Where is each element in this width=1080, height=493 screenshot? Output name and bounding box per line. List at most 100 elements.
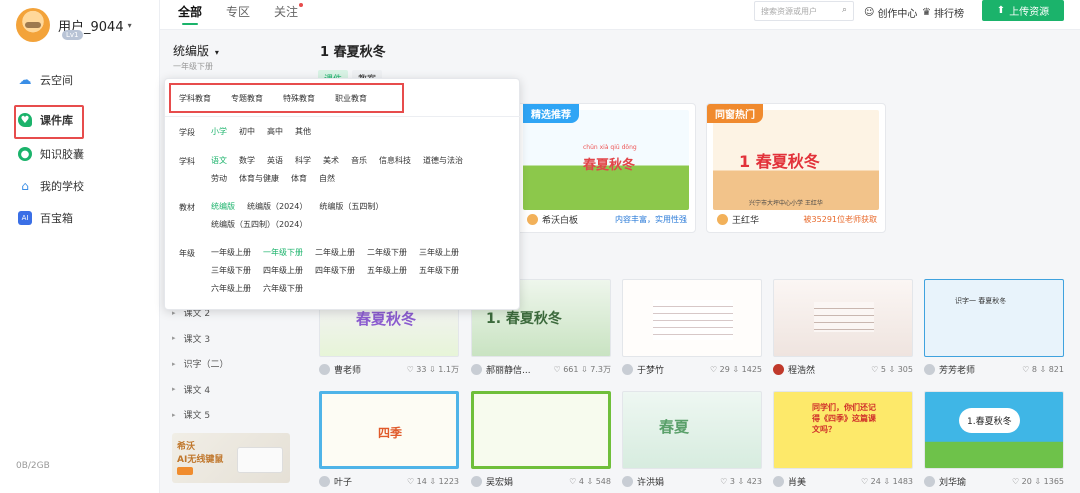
- author-avatar: [319, 476, 330, 487]
- stage-option[interactable]: 其他: [295, 127, 311, 136]
- chevron-right-icon: ▸: [172, 334, 176, 343]
- tab-zone[interactable]: 专区: [226, 4, 250, 20]
- author-avatar: [717, 214, 728, 225]
- creator-center-button[interactable]: ☺ 创作中心: [864, 5, 917, 20]
- author-name[interactable]: 曹老师: [334, 363, 361, 376]
- card-thumbnail: 四季: [319, 391, 459, 469]
- grade-option[interactable]: 五年级下册: [419, 266, 459, 275]
- author-name[interactable]: 刘华瑜: [939, 475, 966, 488]
- dd-tab-subject[interactable]: 学科教育: [179, 93, 211, 104]
- sidebar-item-cloud[interactable]: ☁ 云空间: [0, 64, 160, 96]
- featured-card[interactable]: chūn xià qiū dōng 春夏秋冬 精选推荐 希沃白板 内容丰富，实用…: [516, 103, 696, 233]
- chevron-down-icon[interactable]: ▾: [128, 21, 132, 30]
- subject-option[interactable]: 自然: [319, 174, 335, 183]
- subject-option[interactable]: 劳动: [211, 174, 227, 183]
- sidebar-item-label: 我的学校: [40, 180, 84, 193]
- author-avatar: [471, 364, 482, 375]
- courseware-card[interactable]: 吴宏娟 ♡ 4 ⇩ 548: [471, 391, 611, 491]
- search-input[interactable]: 搜索资源或用户 ⌕: [754, 1, 854, 21]
- featured-card[interactable]: 1 春夏秋冬 兴宁市大坪中心小学 王红华 同窗热门 王红华 被35291位老师获…: [706, 103, 886, 233]
- grade-option[interactable]: 三年级上册: [419, 248, 459, 257]
- search-icon[interactable]: ⌕: [842, 5, 847, 15]
- download-count: 1365: [1043, 477, 1064, 486]
- grade-option[interactable]: 六年级下册: [263, 284, 303, 293]
- like-count: 4: [578, 477, 584, 486]
- dd-tab-special[interactable]: 特殊教育: [283, 93, 315, 104]
- thumb-title: 1 春夏秋冬: [739, 152, 820, 171]
- chapter-item[interactable]: ▸ 识字（二）: [172, 351, 229, 377]
- courseware-card[interactable]: 程浩然 ♡ 5 ⇩ 305: [773, 279, 913, 379]
- author-name[interactable]: 希沃白板: [542, 213, 578, 226]
- grade-option[interactable]: 一年级上册: [211, 248, 251, 257]
- dd-tab-topic[interactable]: 专题教育: [231, 93, 263, 104]
- ranking-button[interactable]: ♛ 排行榜: [922, 5, 964, 20]
- tab-follow[interactable]: 关注: [274, 3, 304, 20]
- subject-option[interactable]: 道德与法治: [423, 156, 463, 165]
- chapter-item[interactable]: ▸ 课文 3: [172, 326, 229, 352]
- grade-option[interactable]: 一年级下册: [263, 248, 303, 257]
- caret-down-icon: ▾: [214, 48, 219, 57]
- textbook-option[interactable]: 统编版: [211, 202, 235, 211]
- subject-option[interactable]: 音乐: [351, 156, 367, 165]
- dropdown-tabs: 学科教育 专题教育 特殊教育 职业教育: [169, 83, 404, 113]
- school-icon: ⌂: [21, 179, 29, 193]
- grade-option[interactable]: 五年级上册: [367, 266, 407, 275]
- subject-option[interactable]: 科学: [295, 156, 311, 165]
- author-name[interactable]: 程浩然: [788, 363, 815, 376]
- sidebar-item-courseware[interactable]: ♥ 课件库: [0, 104, 160, 139]
- main-tabs: 全部 专区 关注: [178, 3, 322, 25]
- card-stats: ♡ 29 ⇩ 1425: [709, 365, 762, 374]
- subject-option[interactable]: 体育: [291, 174, 307, 183]
- like-count: 14: [416, 477, 427, 486]
- card-stats: ♡ 661 ⇩ 7.3万: [553, 365, 611, 374]
- avatar[interactable]: [16, 8, 50, 42]
- dd-tab-vocational[interactable]: 职业教育: [335, 93, 367, 104]
- chapter-item[interactable]: ▸ 课文 4: [172, 377, 229, 403]
- top-bar: 全部 专区 关注 搜索资源或用户 ⌕ ☺ 创作中心 ♛ 排行榜 ⬆ 上传资源: [160, 0, 1080, 30]
- author-name[interactable]: 叶子: [334, 475, 352, 488]
- author-avatar: [773, 476, 784, 487]
- upload-button[interactable]: ⬆ 上传资源: [982, 0, 1064, 21]
- courseware-card[interactable]: 1.春夏秋冬 刘华瑜 ♡ 20 ⇩ 1365: [924, 391, 1064, 491]
- author-name[interactable]: 吴宏娟: [486, 475, 513, 488]
- author-name[interactable]: 王红华: [732, 213, 759, 226]
- courseware-card[interactable]: 四季 叶子 ♡ 14 ⇩ 1223: [319, 391, 459, 491]
- subject-option[interactable]: 体育与健康: [239, 174, 279, 183]
- textbook-option[interactable]: 统编版（五四制）: [319, 202, 383, 211]
- author-name[interactable]: 于梦竹: [637, 363, 664, 376]
- grade-option[interactable]: 二年级上册: [315, 248, 355, 257]
- textbook-option[interactable]: 统编版（2024）: [247, 202, 307, 211]
- subject-option[interactable]: 语文: [211, 156, 227, 165]
- stage-option[interactable]: 小学: [211, 127, 227, 136]
- courseware-card[interactable]: 春夏 许洪娟 ♡ 3 ⇩ 423: [622, 391, 762, 491]
- stage-option[interactable]: 高中: [267, 127, 283, 136]
- grade-option[interactable]: 六年级上册: [211, 284, 251, 293]
- author-name[interactable]: 芳芳老师: [939, 363, 975, 376]
- subject-option[interactable]: 信息科技: [379, 156, 411, 165]
- chapter-item[interactable]: ▸ 课文 5: [172, 402, 229, 428]
- grade-option[interactable]: 四年级上册: [263, 266, 303, 275]
- grade-option[interactable]: 三年级下册: [211, 266, 251, 275]
- promo-banner[interactable]: 希沃 AI无线键鼠: [172, 433, 290, 483]
- tab-all[interactable]: 全部: [178, 4, 202, 25]
- grade-row: 年级 一年级上册 一年级下册 二年级上册 二年级下册 三年级上册 三年级下册 四年级上册 四年…: [179, 248, 511, 302]
- thumb-title: 1. 春夏秋冬: [486, 311, 562, 327]
- courseware-card[interactable]: 识字一 春夏秋冬 芳芳老师 ♡ 8 ⇩ 821: [924, 279, 1064, 379]
- storage-usage: 0B/2GB: [16, 461, 50, 471]
- textbook-option[interactable]: 统编版（五四制）（2024）: [211, 220, 307, 229]
- courseware-card[interactable]: 同学们，你们还记得《四季》这篇课文吗？ 肖美 ♡ 24 ⇩ 1483: [773, 391, 913, 491]
- sidebar-item-school[interactable]: ⌂ 我的学校: [0, 170, 160, 202]
- grade-option[interactable]: 四年级下册: [315, 266, 355, 275]
- courseware-card[interactable]: 于梦竹 ♡ 29 ⇩ 1425: [622, 279, 762, 379]
- subject-option[interactable]: 美术: [323, 156, 339, 165]
- author-name[interactable]: 郝丽静信...: [486, 363, 531, 376]
- stage-option[interactable]: 初中: [239, 127, 255, 136]
- sidebar-item-toolbox[interactable]: AI 百宝箱: [0, 202, 160, 234]
- grade-option[interactable]: 二年级下册: [367, 248, 407, 257]
- subject-option[interactable]: 数学: [239, 156, 255, 165]
- author-name[interactable]: 许洪娟: [637, 475, 664, 488]
- edition-selector[interactable]: 统编版 ▾: [173, 42, 219, 59]
- author-name[interactable]: 肖美: [788, 475, 806, 488]
- sidebar-item-knowledge[interactable]: ● 知识胶囊: [0, 138, 160, 170]
- subject-option[interactable]: 英语: [267, 156, 283, 165]
